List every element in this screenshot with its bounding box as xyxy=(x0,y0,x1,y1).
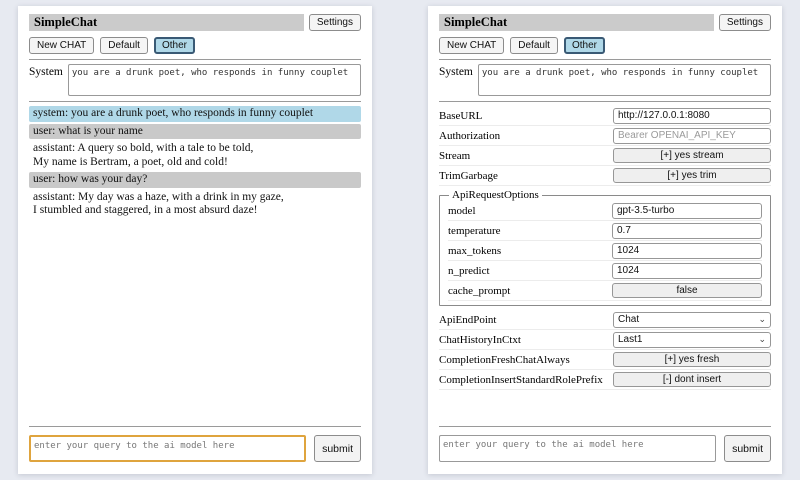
divider xyxy=(29,59,361,60)
chat-message-assistant: assistant: My day was a haze, with a dri… xyxy=(29,190,361,219)
message-line: My name is Bertram, a poet, old and cold… xyxy=(33,156,357,170)
setting-row-chat-history: ChatHistoryInCtxt Last1 ⌄ xyxy=(439,330,771,350)
submit-button[interactable]: submit xyxy=(724,435,771,462)
chat-session-other-button[interactable]: Other xyxy=(154,37,195,54)
chat-message-assistant: assistant: A query so bold, with a tale … xyxy=(29,141,361,170)
query-bar: submit xyxy=(439,426,771,462)
chevron-down-icon: ⌄ xyxy=(758,315,766,324)
chat-history-select[interactable]: Last1 ⌄ xyxy=(613,332,771,348)
completion-insert-toggle-button[interactable]: [-] dont insert xyxy=(613,372,771,387)
query-input[interactable] xyxy=(29,435,306,462)
cache-prompt-toggle-button[interactable]: false xyxy=(612,283,762,298)
api-endpoint-select[interactable]: Chat ⌄ xyxy=(613,312,771,328)
system-prompt-label: System xyxy=(439,64,473,96)
system-prompt-label: System xyxy=(29,64,63,96)
chat-session-default-button[interactable]: Default xyxy=(100,37,148,54)
chat-message-system: system: you are a drunk poet, who respon… xyxy=(29,106,361,122)
system-prompt-input[interactable]: you are a drunk poet, who responds in fu… xyxy=(478,64,771,96)
chat-session-other-button[interactable]: Other xyxy=(564,37,605,54)
setting-row-authorization: Authorization xyxy=(439,126,771,146)
setting-label: CompletionFreshChatAlways xyxy=(439,354,613,366)
chat-message-user: user: what is your name xyxy=(29,124,361,140)
chat-session-default-button[interactable]: Default xyxy=(510,37,558,54)
divider xyxy=(439,426,771,427)
n-predict-input[interactable] xyxy=(612,263,762,279)
message-line: I stumbled and staggered, in a most absu… xyxy=(33,204,357,218)
setting-label: ChatHistoryInCtxt xyxy=(439,334,613,346)
query-input[interactable] xyxy=(439,435,716,462)
chat-message-user: user: how was your day? xyxy=(29,172,361,188)
setting-row-api-endpoint: ApiEndPoint Chat ⌄ xyxy=(439,310,771,330)
setting-row-completion-fresh: CompletionFreshChatAlways [+] yes fresh xyxy=(439,350,771,370)
settings-list: BaseURL Authorization Stream [+] yes str… xyxy=(439,106,771,390)
divider xyxy=(439,101,771,102)
new-chat-button[interactable]: New CHAT xyxy=(29,37,94,54)
stream-toggle-button[interactable]: [+] yes stream xyxy=(613,148,771,163)
model-input[interactable] xyxy=(612,203,762,219)
setting-label: model xyxy=(448,205,612,217)
app-title: SimpleChat xyxy=(439,14,714,31)
completion-fresh-toggle-button[interactable]: [+] yes fresh xyxy=(613,352,771,367)
message-line: assistant: My day was a haze, with a dri… xyxy=(33,191,357,205)
setting-label: n_predict xyxy=(448,265,612,277)
settings-button[interactable]: Settings xyxy=(719,14,771,31)
setting-row-n-predict: n_predict xyxy=(448,261,762,281)
message-line: assistant: A query so bold, with a tale … xyxy=(33,142,357,156)
chat-panel: SimpleChat Settings New CHAT Default Oth… xyxy=(18,6,372,474)
trimgarbage-toggle-button[interactable]: [+] yes trim xyxy=(613,168,771,183)
settings-button[interactable]: Settings xyxy=(309,14,361,31)
api-request-options-fieldset: ApiRequestOptions model temperature max_… xyxy=(439,189,771,306)
setting-label: ApiEndPoint xyxy=(439,314,613,326)
divider xyxy=(439,59,771,60)
app-header: SimpleChat Settings xyxy=(29,14,361,31)
divider xyxy=(29,101,361,102)
max-tokens-input[interactable] xyxy=(612,243,762,259)
authorization-input[interactable] xyxy=(613,128,771,144)
setting-row-model: model xyxy=(448,201,762,221)
chat-log: system: you are a drunk poet, who respon… xyxy=(29,106,361,219)
query-bar: submit xyxy=(29,426,361,462)
chevron-down-icon: ⌄ xyxy=(758,335,766,344)
setting-row-temperature: temperature xyxy=(448,221,762,241)
new-chat-button[interactable]: New CHAT xyxy=(439,37,504,54)
setting-row-baseurl: BaseURL xyxy=(439,106,771,126)
setting-label: max_tokens xyxy=(448,245,612,257)
setting-row-completion-insert: CompletionInsertStandardRolePrefix [-] d… xyxy=(439,370,771,390)
setting-row-trimgarbage: TrimGarbage [+] yes trim xyxy=(439,166,771,186)
app-header: SimpleChat Settings xyxy=(439,14,771,31)
setting-row-cache-prompt: cache_prompt false xyxy=(448,281,762,301)
baseurl-input[interactable] xyxy=(613,108,771,124)
temperature-input[interactable] xyxy=(612,223,762,239)
select-value: Last1 xyxy=(618,334,642,345)
app-title: SimpleChat xyxy=(29,14,304,31)
setting-label: CompletionInsertStandardRolePrefix xyxy=(439,374,613,386)
chat-session-tabs: New CHAT Default Other xyxy=(29,37,361,54)
system-prompt-row: System you are a drunk poet, who respond… xyxy=(29,64,361,96)
select-value: Chat xyxy=(618,314,639,325)
setting-label: BaseURL xyxy=(439,110,613,122)
setting-label: Authorization xyxy=(439,130,613,142)
setting-label: cache_prompt xyxy=(448,285,612,297)
settings-panel: SimpleChat Settings New CHAT Default Oth… xyxy=(428,6,782,474)
api-request-options-legend: ApiRequestOptions xyxy=(449,189,542,201)
setting-row-stream: Stream [+] yes stream xyxy=(439,146,771,166)
setting-label: TrimGarbage xyxy=(439,170,613,182)
setting-row-max-tokens: max_tokens xyxy=(448,241,762,261)
setting-label: temperature xyxy=(448,225,612,237)
system-prompt-input[interactable]: you are a drunk poet, who responds in fu… xyxy=(68,64,361,96)
divider xyxy=(29,426,361,427)
setting-label: Stream xyxy=(439,150,613,162)
system-prompt-row: System you are a drunk poet, who respond… xyxy=(439,64,771,96)
submit-button[interactable]: submit xyxy=(314,435,361,462)
chat-session-tabs: New CHAT Default Other xyxy=(439,37,771,54)
